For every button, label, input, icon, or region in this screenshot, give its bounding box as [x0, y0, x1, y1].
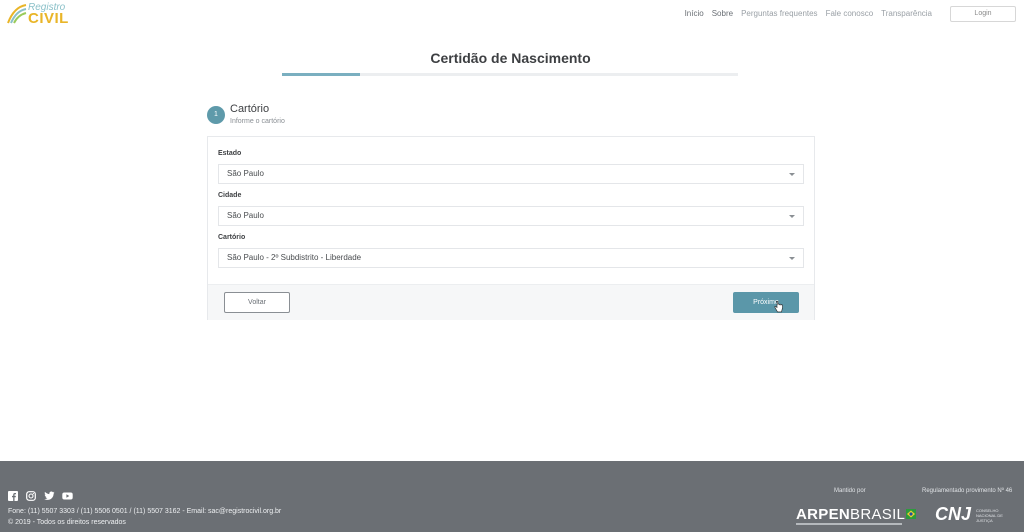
step-title: Cartório — [230, 103, 270, 115]
arpen-brasil-logo[interactable]: ARPENBRASIL — [796, 506, 917, 523]
cartorio-form-card: Estado São Paulo Cidade São Paulo Cartór… — [207, 136, 815, 320]
estado-select-value: São Paulo — [227, 169, 264, 178]
youtube-icon[interactable] — [62, 488, 73, 500]
voltar-button[interactable]: Voltar — [224, 292, 290, 313]
logo-text-main: CIVIL — [28, 10, 69, 27]
progress-bar — [282, 73, 738, 76]
cartorio-select[interactable]: São Paulo - 2º Subdistrito - Liberdade — [218, 248, 804, 268]
contact-info: Fone: (11) 5507 3303 / (11) 5506 0501 / … — [8, 508, 282, 515]
logo-emblem-icon — [7, 4, 27, 24]
proximo-button[interactable]: Próximo — [733, 292, 799, 313]
form-actions: Voltar Próximo — [208, 284, 814, 320]
facebook-icon[interactable] — [8, 488, 18, 501]
nav-transparencia[interactable]: Transparência — [881, 9, 932, 18]
arpen-subtitle-line — [796, 523, 902, 525]
step-subtitle: Informe o cartório — [230, 118, 285, 125]
estado-select[interactable]: São Paulo — [218, 164, 804, 184]
login-button[interactable]: Login — [950, 6, 1016, 22]
brasil-logo-text: BRASIL — [850, 506, 906, 523]
cartorio-label: Cartório — [218, 234, 246, 241]
cidade-label: Cidade — [218, 192, 242, 199]
chevron-down-icon — [789, 215, 795, 218]
copyright-text: © 2019 - Todos os direitos reservados — [8, 519, 126, 526]
cnj-subtitle: CONSELHO NACIONAL DE JUSTIÇA — [976, 508, 1003, 523]
nav-inicio[interactable]: Início — [685, 9, 704, 18]
regulation-label: Regulamentado provimento Nº 46 — [922, 488, 1013, 494]
twitter-icon[interactable] — [44, 488, 55, 500]
step-number-badge: 1 — [207, 106, 225, 124]
nav-perguntas-frequentes[interactable]: Perguntas frequentes — [741, 9, 818, 18]
progress-bar-fill — [282, 73, 360, 76]
chevron-down-icon — [789, 173, 795, 176]
cnj-logo[interactable]: CNJ — [935, 504, 971, 525]
cidade-select[interactable]: São Paulo — [218, 206, 804, 226]
registro-civil-logo[interactable]: Registro CIVIL — [6, 2, 76, 27]
estado-label: Estado — [218, 150, 242, 157]
nav-fale-conosco[interactable]: Fale conosco — [826, 9, 874, 18]
cidade-select-value: São Paulo — [227, 211, 264, 220]
maintained-by-label: Mantido por — [834, 488, 866, 494]
brazil-flag-icon — [906, 509, 917, 519]
chevron-down-icon — [789, 257, 795, 260]
social-links — [8, 488, 73, 501]
cartorio-select-value: São Paulo - 2º Subdistrito - Liberdade — [227, 253, 362, 262]
top-header: Registro CIVIL Início Sobre Perguntas fr… — [0, 0, 1024, 28]
page-title: Certidão de Nascimento — [430, 50, 591, 66]
hand-cursor-icon — [774, 301, 783, 313]
nav-sobre[interactable]: Sobre — [712, 9, 733, 18]
site-footer: Fone: (11) 5507 3303 / (11) 5506 0501 / … — [0, 461, 1024, 532]
instagram-icon[interactable] — [26, 488, 36, 501]
arpen-logo-text: ARPEN — [796, 506, 851, 523]
main-nav: Início Sobre Perguntas frequentes Fale c… — [685, 9, 932, 18]
